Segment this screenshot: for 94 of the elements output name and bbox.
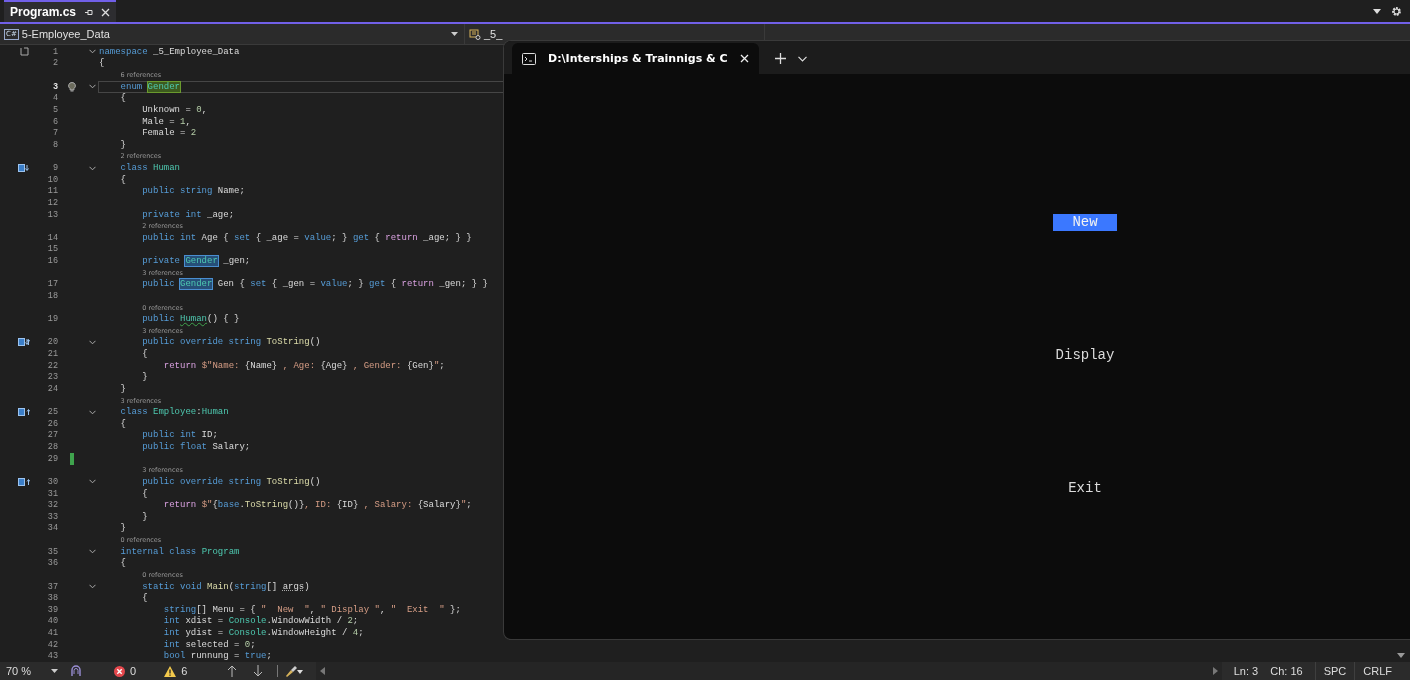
line-number: 23	[46, 372, 58, 383]
line-number: 7	[51, 128, 58, 139]
code-line: {	[119, 558, 126, 569]
code-line: }	[141, 372, 148, 383]
code-line: int selected = 0;	[162, 639, 256, 650]
code-line: public string Name;	[141, 186, 245, 197]
line-ending-indicator[interactable]: CRLF	[1354, 662, 1410, 680]
line-number: 12	[46, 197, 58, 208]
code-line: }	[119, 139, 126, 150]
line-number: 18	[46, 290, 58, 301]
line-number: 14	[46, 232, 58, 243]
code-line: public override string ToString()	[141, 337, 321, 348]
line-number: 43	[46, 651, 58, 662]
code-line: }	[141, 511, 148, 522]
code-line: public float Salary;	[141, 442, 251, 453]
code-line: public Human() { }	[141, 314, 240, 325]
terminal-tab[interactable]: D:\Interships & Trainnigs & C	[512, 43, 759, 74]
code-line: public int ID;	[141, 430, 218, 441]
code-line: Unknown = 0,	[141, 104, 208, 115]
menu-item[interactable]: Exit	[1053, 480, 1117, 497]
line-number: 22	[46, 360, 58, 371]
line-number: 5	[51, 104, 58, 115]
line-number: 21	[46, 349, 58, 360]
line-number: 6	[51, 116, 58, 127]
line-number: 27	[46, 430, 58, 441]
line-number: 24	[46, 383, 58, 394]
code-line: public override string ToString()	[141, 476, 321, 487]
code-line: int ydist = Console.WindowHeight / 4;	[162, 628, 364, 639]
line-number: 8	[51, 139, 58, 150]
line-indicator[interactable]: Ln: 3	[1233, 665, 1259, 677]
line-number: 4	[51, 93, 58, 104]
line-number: 31	[46, 488, 58, 499]
code-line: return $"{base.ToString()}, ID: {ID} , Salary: {Salary}";	[162, 500, 472, 511]
code-line: class Human	[119, 163, 181, 174]
indent-indicator[interactable]: SPC	[1314, 662, 1355, 680]
code-line: private Gender _gen;	[141, 256, 251, 267]
code-line: {	[119, 418, 126, 429]
line-number: 39	[46, 604, 58, 615]
line-number: 28	[46, 442, 58, 453]
line-number: 20	[46, 337, 58, 348]
code-line: }	[119, 383, 126, 394]
menu-item[interactable]: New	[1053, 214, 1117, 231]
code-line: class Employee:Human	[119, 407, 229, 418]
line-number: 17	[46, 279, 58, 290]
line-number: 35	[46, 546, 58, 557]
code-line: bool runnung = true;	[162, 651, 272, 662]
line-number: 33	[46, 511, 58, 522]
line-number: 11	[46, 186, 58, 197]
line-number: 41	[46, 628, 58, 639]
line-number: 10	[46, 174, 58, 185]
code-line: namespace _5_Employee_Data	[99, 46, 240, 57]
menu-item[interactable]: Display	[1053, 347, 1117, 364]
line-number: 32	[46, 500, 58, 511]
column-indicator[interactable]: Ch: 16	[1270, 665, 1303, 677]
line-number: 16	[46, 256, 58, 267]
line-number: 37	[46, 581, 58, 592]
line-number: 26	[46, 418, 58, 429]
code-line: {	[99, 58, 105, 69]
line-number: 3	[51, 81, 58, 92]
line-number: 2	[51, 58, 58, 69]
code-line: public Gender Gen { set { _gen = value; } get { return _gen; } }	[141, 279, 488, 290]
code-line: public int Age { set { _age = value; } get { return _age; } }	[141, 232, 472, 243]
line-number: 29	[46, 453, 58, 464]
line-number: 30	[46, 476, 58, 487]
file-tab[interactable]: Program.cs	[4, 0, 117, 22]
line-number: 1	[51, 46, 58, 57]
line-number: 25	[46, 407, 58, 418]
line-number: 38	[46, 593, 58, 604]
code-line: Female = 2	[141, 128, 197, 139]
line-number: 42	[46, 639, 58, 650]
code-line: }	[119, 523, 126, 534]
code-line: private int _age;	[141, 209, 235, 220]
code-line: {	[119, 93, 126, 104]
code-line: {	[119, 174, 126, 185]
line-number: 40	[46, 616, 58, 627]
code-line: string[] Menu = { " New ", " Display ", " Exit " };	[162, 604, 461, 615]
code-line: internal class Program	[119, 546, 240, 557]
code-line: {	[141, 593, 148, 604]
error-count: 0	[130, 665, 137, 677]
code-line: return $"Name: {Name} , Age: {Age} , Gender: {Gen}";	[162, 360, 445, 371]
line-number: 34	[46, 523, 58, 534]
warning-count: 6	[181, 665, 188, 677]
zoom-dropdown[interactable]: 70 %	[0, 662, 64, 680]
line-number: 9	[51, 163, 58, 174]
code-line: {	[141, 488, 148, 499]
code-line: enum Gender	[119, 81, 180, 92]
line-number: 15	[46, 244, 58, 255]
code-line: Male = 1,	[141, 116, 191, 127]
code-line: int xdist = Console.WindowWidth / 2;	[162, 616, 359, 627]
line-number: 13	[46, 209, 58, 220]
line-number: 19	[46, 314, 58, 325]
line-number: 36	[46, 558, 58, 569]
code-line: {	[141, 349, 148, 360]
code-line: static void Main(string[] args)	[141, 581, 310, 592]
